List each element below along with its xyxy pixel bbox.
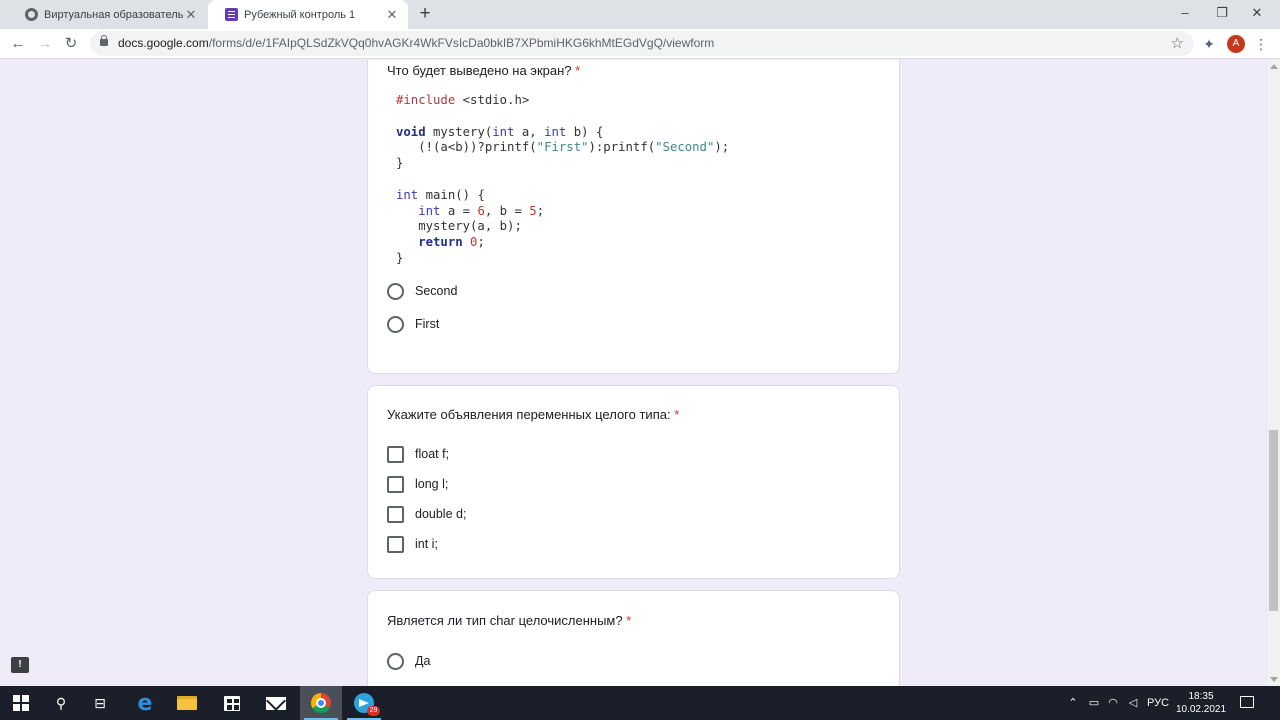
taskbar-clock[interactable]: 18:35 10.02.2021 [1170,690,1232,716]
tab-close-icon[interactable]: ✕ [183,7,199,23]
tab-rubezhny-kontrol[interactable]: Рубежный контроль 1 ✕ [208,0,408,29]
extensions-puzzle-icon[interactable]: ✦ [1201,32,1217,56]
checkbox-option[interactable]: double d; [387,504,466,524]
question-card: Что будет выведено на экран? * #include … [367,60,900,374]
code-line: mystery(a, b); [396,219,522,234]
checkbox-option[interactable]: int i; [387,534,438,554]
language-indicator[interactable]: РУС [1146,686,1170,720]
clock-time: 18:35 [1188,691,1214,702]
chrome-icon[interactable] [300,686,342,720]
mail-icon[interactable] [255,686,297,720]
bookmark-star-icon[interactable]: ☆ [1171,31,1184,56]
show-hidden-icons-icon[interactable]: ⌃ [1066,686,1080,720]
form-viewport: Что будет выведено на экран? * #include … [0,60,1280,686]
close-window-button[interactable]: ✕ [1240,0,1274,29]
scrollbar-thumb[interactable] [1269,430,1278,611]
code-line: (!(a<b))?printf("First"):printf("Second"… [396,140,730,155]
checkbox[interactable] [387,535,404,553]
notifications-icon[interactable] [1240,696,1254,708]
option-label: Да [415,654,431,668]
browser-menu-icon[interactable]: ⋮ [1254,32,1268,56]
code-line: #include <stdio.h> [396,93,530,107]
lock-icon [100,35,108,46]
clock-date: 10.02.2021 [1175,704,1227,715]
battery-icon[interactable]: ▭ [1085,686,1103,720]
scroll-down-arrow-icon[interactable] [1270,677,1278,682]
code-line: } [396,250,404,265]
new-tab-button[interactable]: + [414,3,436,25]
checkbox-option[interactable]: long l; [387,474,448,494]
option-label: Second [415,284,458,298]
windows-start-icon[interactable] [0,686,42,720]
option-label: First [415,317,440,331]
question-title: Является ли тип char целочисленным? * [387,613,632,628]
page-scrollbar[interactable] [1266,60,1280,686]
question-card: Является ли тип char целочисленным? * Да [367,590,900,686]
address-bar[interactable]: docs.google.com/forms/d/e/1FAIpQLSdZkVQq… [90,31,1194,56]
tab-title: Рубежный контроль 1 [244,8,356,21]
scroll-up-arrow-icon[interactable] [1270,64,1278,69]
code-line: } [396,156,404,171]
telegram-badge: 29 [367,706,380,716]
code-snippet: #include <stdio.h> void mystery(int a, i… [396,93,729,267]
profile-avatar[interactable]: A [1227,35,1245,53]
reload-icon[interactable]: ↻ [59,32,83,56]
volume-icon[interactable]: ◁ [1124,686,1142,720]
checkbox[interactable] [387,445,404,463]
option-label: float f; [415,447,450,461]
checkbox[interactable] [387,505,404,523]
maximize-button[interactable]: ❐ [1205,0,1239,29]
code-line: int a = 6, b = 5; [418,203,545,218]
globe-icon [25,8,38,21]
code-line: return 0; [418,235,485,250]
telegram-icon[interactable]: 29 [343,686,385,720]
checkbox[interactable] [387,475,404,493]
checkbox-option[interactable]: float f; [387,444,449,464]
option-label: double d; [415,507,467,521]
google-forms-icon [225,8,238,21]
search-icon[interactable]: ⚲ [40,686,82,720]
radio-button[interactable] [387,282,404,300]
task-view-icon[interactable]: ⊟ [79,686,121,720]
option-label: long l; [415,477,449,491]
code-line: void mystery(int a, int b) { [396,124,604,139]
forward-arrow-icon[interactable]: → [33,32,57,56]
back-arrow-icon[interactable]: ← [6,32,30,56]
radio-button[interactable] [387,315,404,333]
option-label: int i; [415,537,438,551]
url-text: docs.google.com/forms/d/e/1FAIpQLSdZkVQq… [118,36,715,50]
radio-button[interactable] [387,652,404,670]
radio-option[interactable]: Да [387,651,430,671]
feedback-icon[interactable]: ! [11,657,29,673]
tab-strip: Виртуальная образовательная с ✕ Рубежный… [0,0,1280,29]
store-icon[interactable] [211,686,253,720]
browser-toolbar: ← → ↻ docs.google.com/forms/d/e/1FAIpQLS… [0,29,1280,59]
tab-virtual-education[interactable]: Виртуальная образовательная с ✕ [8,0,207,29]
question-title: Что будет выведено на экран? * [387,63,581,78]
radio-option[interactable]: First [387,314,439,334]
radio-option[interactable]: Second [387,281,457,301]
code-line: int main() { [396,187,485,202]
edge-icon[interactable]: e [124,686,166,720]
file-explorer-icon[interactable] [166,686,208,720]
wifi-icon[interactable]: ◠ [1104,686,1122,720]
tab-title: Виртуальная образовательная с [44,8,183,21]
minimize-button[interactable]: – [1168,0,1202,29]
tab-close-icon[interactable]: ✕ [384,7,400,23]
question-card: Укажите объявления переменных целого тип… [367,385,900,579]
question-title: Укажите объявления переменных целого тип… [387,407,680,422]
windows-taskbar: ⚲ ⊟ e 29 ⌃ ▭ ◠ ◁ РУС 18:35 10.02.2021 [0,686,1280,720]
